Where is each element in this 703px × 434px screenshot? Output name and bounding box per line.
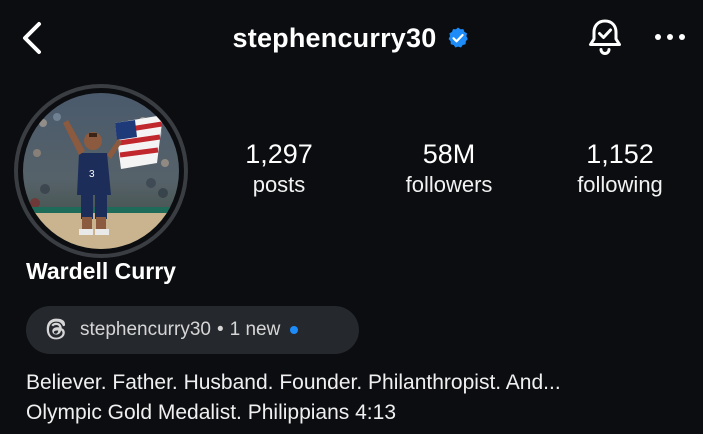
stat-following[interactable]: 1,152 following (554, 138, 686, 200)
profile-bio[interactable]: Believer. Father. Husband. Founder. Phil… (26, 368, 696, 428)
top-bar: stephencurry30 (0, 0, 703, 76)
threads-separator: • (216, 319, 224, 340)
username-heading: stephencurry30 (232, 22, 437, 53)
bio-line-2: Olympic Gold Medalist. Philippians 4:13 (26, 401, 397, 424)
followers-label: followers (405, 172, 493, 197)
new-indicator-dot (290, 326, 299, 334)
notifications-button[interactable] (584, 16, 626, 58)
posts-label: posts (252, 172, 306, 197)
threads-badge-button[interactable]: stephencurry30 • 1 new (26, 306, 359, 354)
bell-check-icon (589, 19, 621, 55)
avatar-photo: 3 (23, 93, 179, 249)
display-name: Wardell Curry (26, 258, 176, 284)
followers-count: 58M (422, 139, 476, 169)
svg-text:3: 3 (89, 169, 95, 180)
following-label: following (577, 172, 663, 197)
profile-avatar[interactable]: 3 (14, 84, 188, 258)
stat-posts[interactable]: 1,297 posts (214, 138, 344, 200)
verified-badge-icon (446, 26, 470, 50)
threads-handle: stephencurry30 (80, 319, 211, 340)
following-count: 1,152 (586, 139, 654, 169)
threads-icon (46, 318, 66, 340)
stat-followers[interactable]: 58M followers (384, 138, 514, 200)
more-options-button[interactable] (650, 16, 690, 58)
bio-line-1: Believer. Father. Husband. Founder. Phil… (26, 371, 561, 394)
threads-status: 1 new (229, 319, 281, 340)
profile-stats: 1,297 posts 58M followers 1,152 followin… (214, 138, 694, 208)
more-horizontal-icon (655, 34, 685, 40)
posts-count: 1,297 (245, 139, 313, 169)
